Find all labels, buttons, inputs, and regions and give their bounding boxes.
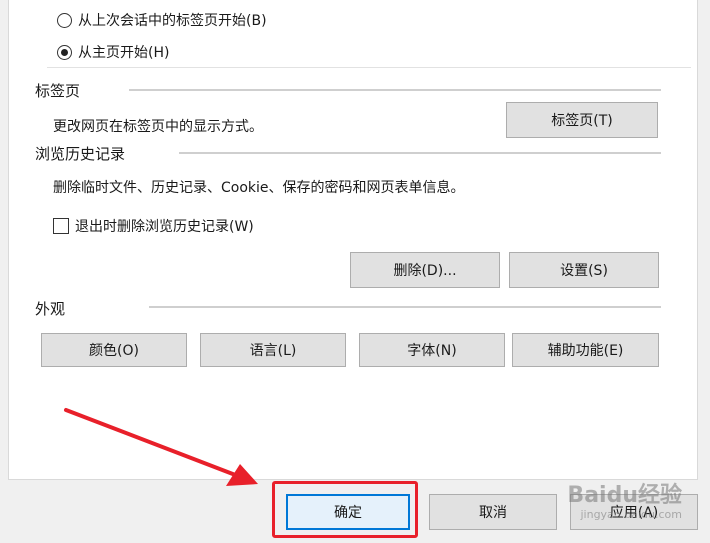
- baidu-watermark: Baidu经验 jingyan.baidu.com: [567, 483, 682, 522]
- watermark-url: jingyan.baidu.com: [580, 508, 682, 521]
- cancel-button[interactable]: 取消: [429, 494, 557, 530]
- watermark-brand: Baidu经验: [567, 483, 682, 508]
- internet-options-dialog: 从上次会话中的标签页开始(B) 从主页开始(H) 标签页 更改网页在标签页中的显…: [0, 0, 710, 543]
- ok-button-highlight: [272, 481, 418, 538]
- arrow-shaft: [64, 408, 240, 478]
- annotation-arrow: [64, 408, 258, 486]
